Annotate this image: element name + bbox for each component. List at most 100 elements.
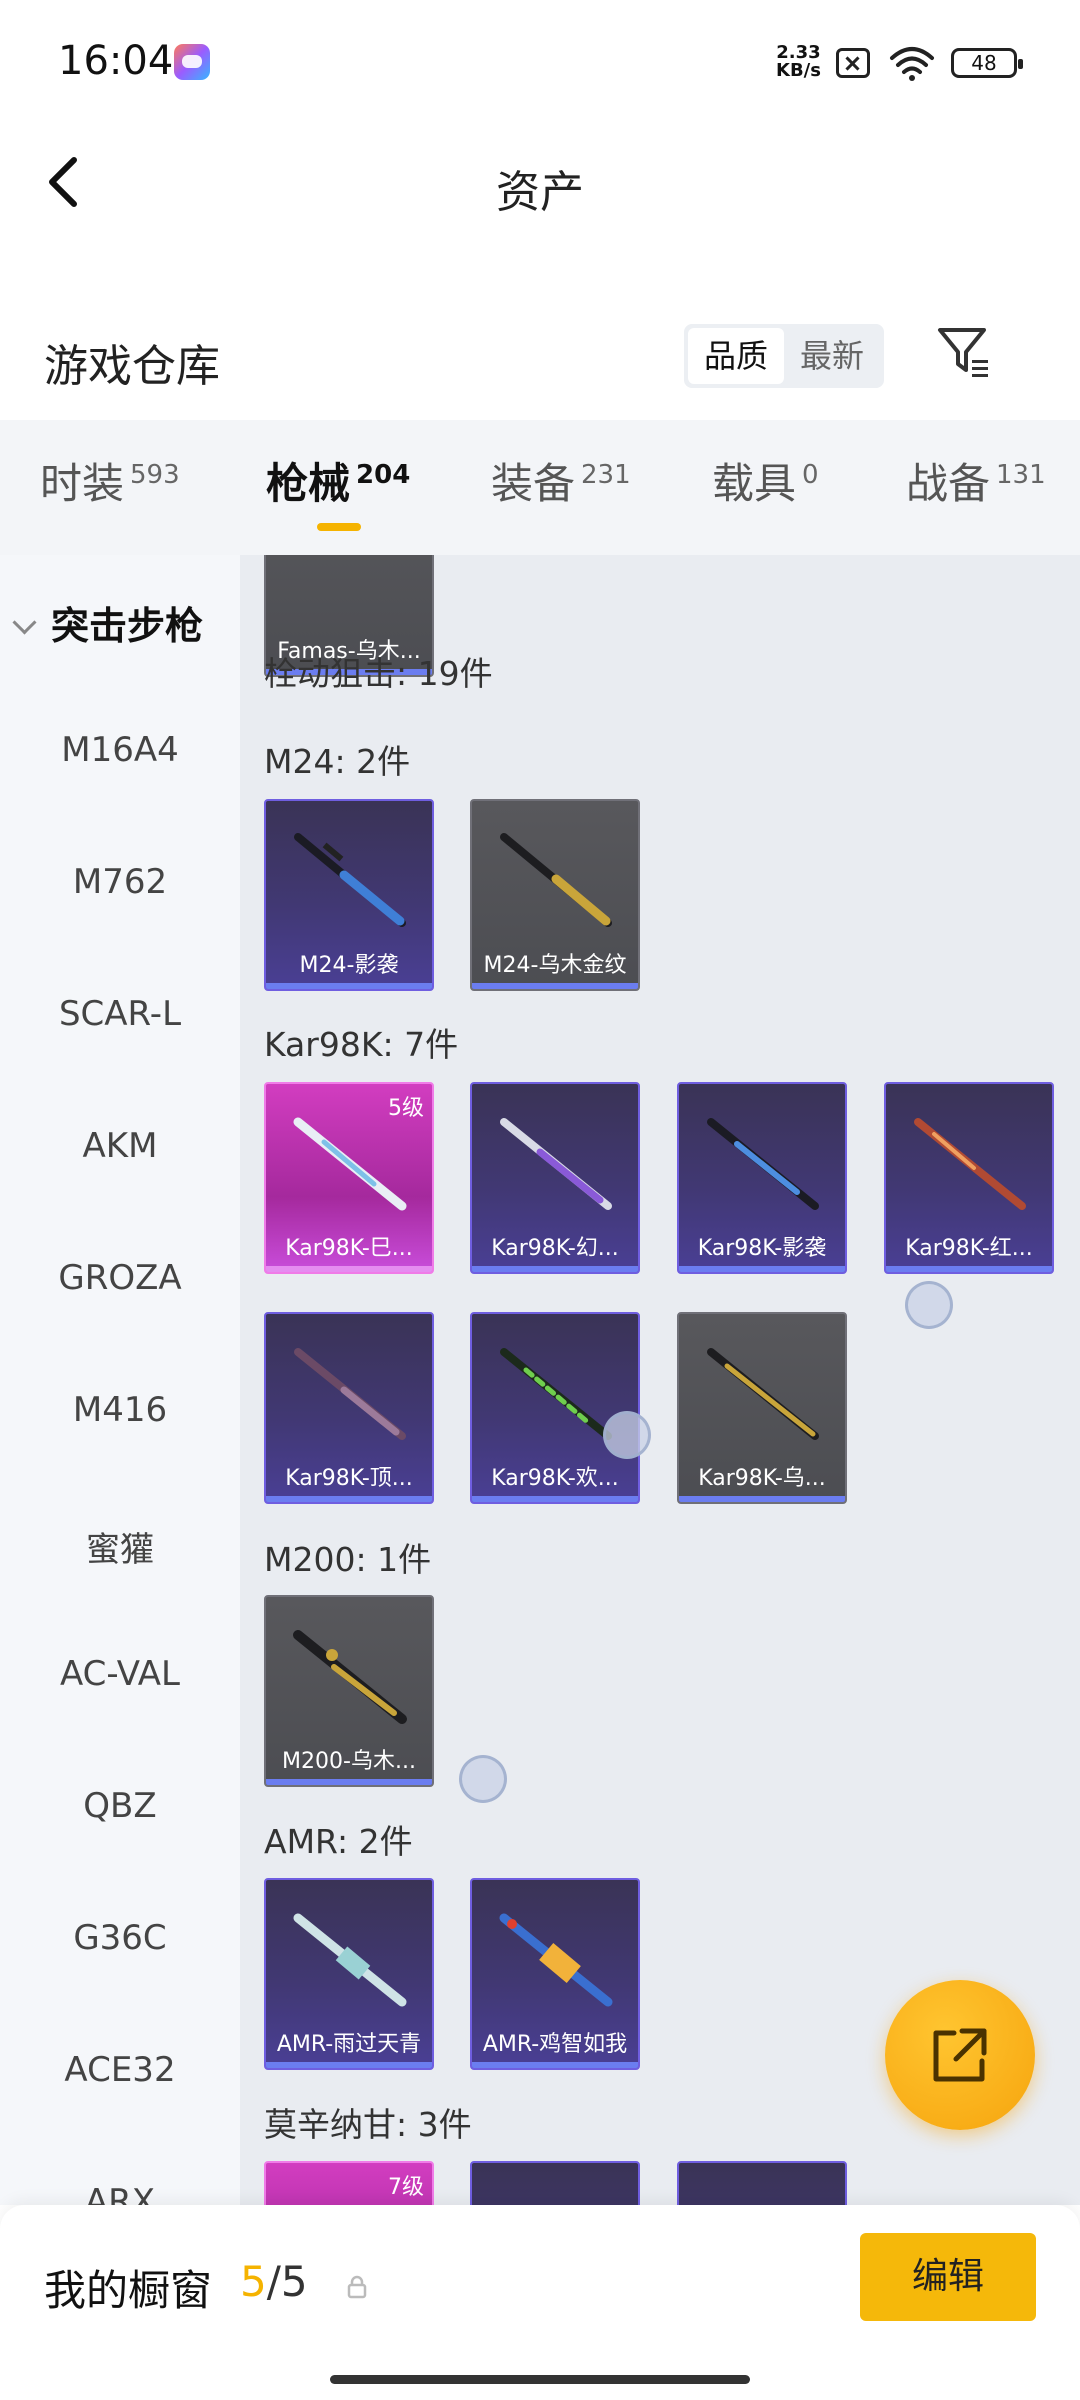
weapon-card-label: M24-影袭: [299, 953, 399, 978]
weapon-card-kar98k-3[interactable]: Kar98K-影袭: [677, 1082, 847, 1274]
showcase-total: 5: [280, 2257, 308, 2306]
rifle-icon: [500, 1118, 612, 1210]
rifle-icon: [914, 1118, 1026, 1210]
weapon-card-m24-ebony[interactable]: M24-乌木金纹: [470, 799, 640, 991]
showcase-count: 5/5: [240, 2257, 308, 2306]
tab-count: 0: [802, 460, 819, 490]
weapon-card-kar98k-5[interactable]: Kar98K-顶...: [264, 1312, 434, 1504]
lock-icon: [347, 2275, 367, 2299]
weapon-sidebar: 突击步枪 M16A4 M762 SCAR-L AKM GROZA M416 蜜獾…: [0, 555, 240, 2205]
sidebar-item-groza[interactable]: GROZA: [0, 1258, 240, 1298]
rifle-icon: [293, 1630, 407, 1724]
sidebar-item-arx[interactable]: ARX: [0, 2182, 240, 2205]
tab-vehicles[interactable]: 载具 0: [712, 450, 819, 511]
weapon-card-label: Kar98K-幻...: [491, 1236, 619, 1261]
tab-firearms[interactable]: 枪械 204: [266, 450, 410, 511]
sort-by-quality-button[interactable]: 品质: [688, 328, 784, 384]
edit-button[interactable]: 编辑: [860, 2233, 1036, 2321]
warehouse-title: 游戏仓库: [44, 341, 220, 392]
showcase-label: 我的橱窗: [44, 2266, 213, 2315]
sidebar-item-m762[interactable]: M762: [0, 862, 240, 902]
share-icon: [933, 2028, 987, 2082]
weapon-card-kar98k-2[interactable]: Kar98K-幻...: [470, 1082, 640, 1274]
sidebar-item-scar-l[interactable]: SCAR-L: [0, 994, 240, 1034]
sidebar-item-honey-badger[interactable]: 蜜獾: [0, 1522, 240, 1571]
page-title: 资产: [496, 167, 584, 218]
showcase-current: 5: [240, 2257, 267, 2306]
sidebar-item-ace32[interactable]: ACE32: [0, 2050, 240, 2090]
showcase-separator: /: [266, 2257, 281, 2306]
weapon-card-label: Kar98K-乌...: [698, 1466, 826, 1491]
wifi-icon: [890, 47, 934, 81]
touch-indicator: [905, 1281, 953, 1329]
weapon-card-kar98k-1[interactable]: 5级 Kar98K-巳...: [264, 1082, 434, 1274]
rifle-icon: [707, 1348, 819, 1440]
top-navigation: 资产: [0, 130, 1080, 230]
weapon-card-mosin-2[interactable]: [470, 2161, 640, 2205]
home-indicator[interactable]: [330, 2375, 750, 2384]
rifle-icon: [294, 833, 406, 927]
weapon-card-amr-1[interactable]: AMR-雨过天青: [264, 1878, 434, 2070]
touch-indicator: [603, 1411, 651, 1459]
group-title-m200: M200: 1件: [264, 1540, 432, 1579]
weapon-card-kar98k-4[interactable]: Kar98K-红...: [884, 1082, 1054, 1274]
showcase-bar: 我的橱窗 5/5 编辑: [0, 2205, 1080, 2400]
group-title-amr: AMR: 2件: [264, 1822, 413, 1861]
weapon-card-m200-ebony[interactable]: M200-乌木...: [264, 1595, 434, 1787]
weapon-card-label: Kar98K-影袭: [697, 1236, 827, 1261]
sidebar-category-assault-rifles[interactable]: 突击步枪: [12, 595, 203, 650]
touch-indicator: [459, 1755, 507, 1803]
group-title-m24: M24: 2件: [264, 742, 411, 781]
tab-combat-supplies[interactable]: 战备 131: [906, 450, 1046, 511]
tab-fashion[interactable]: 时装 593: [40, 450, 180, 511]
tab-label: 时装: [40, 459, 125, 508]
weapon-card-label: Kar98K-欢...: [491, 1466, 619, 1491]
sidebar-item-m16a4[interactable]: M16A4: [0, 730, 240, 770]
sidebar-item-akm[interactable]: AKM: [0, 1126, 240, 1166]
weapon-card-label: Kar98K-巳...: [285, 1236, 413, 1261]
status-bar: 16:04 2.33 KB/s 48: [0, 0, 1080, 130]
network-speed: 2.33 KB/s: [776, 44, 821, 80]
weapon-card-label: AMR-雨过天青: [276, 2032, 422, 2057]
category-tabs: 时装 593 枪械 204 装备 231 载具 0 战备 131: [0, 420, 1080, 555]
rifle-icon: [500, 833, 612, 927]
sidebar-item-g36c[interactable]: G36C: [0, 1918, 240, 1958]
rifle-icon: [707, 1118, 819, 1210]
tab-equipment[interactable]: 装备 231: [491, 450, 631, 511]
group-title-mosin-nagant: 莫辛纳甘: 3件: [264, 2105, 472, 2144]
tab-count: 131: [996, 460, 1046, 490]
sidebar-item-qbz[interactable]: QBZ: [0, 1786, 240, 1826]
tab-label: 枪械: [266, 459, 351, 508]
weapon-grid: Famas-乌木... 栓动狙击: 19件 M24: 2件 M24-影袭 M24…: [240, 555, 1080, 2205]
sort-by-newest-button[interactable]: 最新: [784, 328, 880, 384]
weapon-card-kar98k-6[interactable]: Kar98K-欢...: [470, 1312, 640, 1504]
tab-count: 204: [356, 460, 411, 490]
weapon-card-mosin-1[interactable]: 7级: [264, 2161, 434, 2205]
weapon-card-label: Kar98K-顶...: [285, 1466, 413, 1491]
share-fab[interactable]: [885, 1980, 1035, 2130]
weapon-card-label: Kar98K-红...: [905, 1236, 1033, 1261]
rifle-icon: [293, 1117, 407, 1211]
network-speed-unit: KB/s: [776, 60, 821, 81]
weapon-card-m24-shadow[interactable]: M24-影袭: [264, 799, 434, 991]
sort-toggle: 品质 最新: [684, 324, 884, 388]
rifle-icon: [499, 1913, 613, 2007]
weapon-card-amr-2[interactable]: AMR-鸡智如我: [470, 1878, 640, 2070]
battery-indicator: 48: [951, 48, 1023, 78]
filter-icon[interactable]: [936, 324, 992, 380]
game-app-icon: [174, 44, 210, 80]
weapon-card-mosin-3[interactable]: [677, 2161, 847, 2205]
sidebar-item-m416[interactable]: M416: [0, 1390, 240, 1430]
tab-count: 231: [581, 460, 631, 490]
warehouse-header: 游戏仓库 品质 最新: [0, 310, 1080, 420]
tab-label: 装备: [491, 459, 576, 508]
sidebar-item-ac-val[interactable]: AC-VAL: [0, 1654, 240, 1694]
weapon-card-label: M24-乌木金纹: [483, 953, 627, 978]
tab-label: 载具: [712, 459, 797, 508]
weapon-card-kar98k-7[interactable]: Kar98K-乌...: [677, 1312, 847, 1504]
tab-label: 战备: [906, 459, 991, 508]
group-title-bolt-action: 栓动狙击: 19件: [264, 654, 493, 693]
rifle-icon: [293, 1913, 407, 2007]
active-tab-indicator: [317, 523, 361, 531]
tab-count: 593: [130, 460, 180, 490]
